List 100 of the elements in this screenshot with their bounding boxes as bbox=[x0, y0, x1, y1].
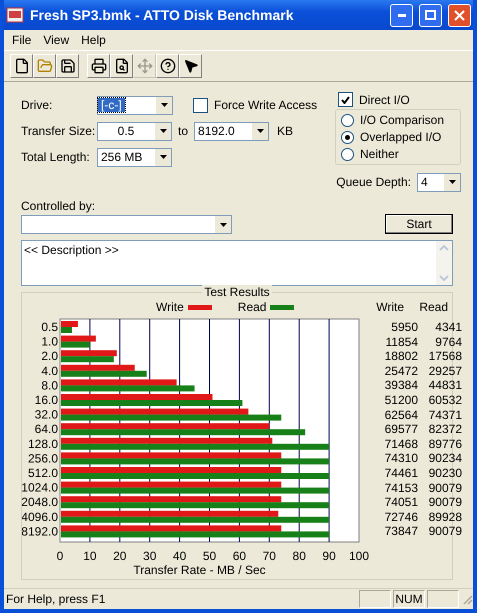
menu-item[interactable]: View bbox=[37, 33, 76, 47]
radio-label: I/O Comparison bbox=[360, 113, 444, 127]
total-length-select[interactable]: 256 MB bbox=[97, 148, 172, 166]
app-icon bbox=[6, 7, 24, 23]
drive-select[interactable]: [-c-] bbox=[97, 96, 173, 114]
radio-button[interactable] bbox=[341, 130, 354, 144]
table-cell-text: 11854 bbox=[384, 334, 418, 350]
tick-label: 20 bbox=[113, 549, 126, 563]
print-preview-icon bbox=[114, 58, 130, 74]
radio-label: Overlapped I/O bbox=[360, 130, 442, 144]
axis-label: 128.0 bbox=[28, 436, 58, 451]
force-write-checkbox[interactable] bbox=[193, 98, 208, 112]
open-folder-icon bbox=[36, 58, 52, 74]
transfer-to-select[interactable]: 8192.0 bbox=[194, 122, 270, 140]
start-button[interactable]: Start bbox=[385, 214, 453, 234]
axis-label: 0.5 bbox=[41, 320, 58, 334]
transfer-from-select[interactable]: 0.5 bbox=[97, 122, 172, 140]
table-cell-text: 72746 bbox=[384, 510, 418, 524]
close-icon bbox=[454, 10, 465, 20]
table-cell-text: 9764 bbox=[434, 334, 462, 350]
tick-label: 30 bbox=[143, 549, 156, 563]
table-cell-text: 73847 bbox=[384, 524, 418, 539]
help-icon bbox=[160, 58, 176, 74]
direct-io-checkbox[interactable] bbox=[338, 92, 353, 107]
table-cell-text: 60532 bbox=[428, 392, 462, 408]
axis-label: 512.0 bbox=[28, 466, 58, 480]
table-cell-text: 5950 bbox=[390, 320, 418, 335]
controlled-by-label: Controlled by: bbox=[21, 199, 96, 213]
unit-label: KB bbox=[277, 124, 294, 138]
queue-depth-label: Queue Depth: bbox=[336, 175, 411, 189]
status-text: For Help, press F1 bbox=[5, 592, 106, 606]
tick-label: 10 bbox=[83, 549, 97, 563]
close-button[interactable] bbox=[448, 4, 471, 26]
table-cell-text: 74153 bbox=[384, 480, 418, 496]
tick-label: 100 bbox=[348, 549, 370, 563]
save-icon bbox=[60, 58, 76, 74]
toolbar-button[interactable] bbox=[110, 54, 133, 78]
group-title: Test Results bbox=[202, 285, 272, 299]
table-cell-text: 90234 bbox=[428, 451, 462, 466]
column-header: Read bbox=[418, 300, 448, 314]
table-cell-text: 89928 bbox=[428, 510, 462, 524]
table-cell-text: 82372 bbox=[428, 422, 462, 437]
description-box[interactable]: << Description >> bbox=[21, 240, 453, 286]
axis-label: 64.0 bbox=[34, 422, 58, 436]
table-cell-text: 74051 bbox=[384, 495, 418, 510]
resize-grip-icon[interactable] bbox=[461, 593, 473, 605]
table-cell-text: 4341 bbox=[434, 320, 462, 335]
pointer-icon bbox=[182, 58, 198, 74]
menu-item[interactable]: File bbox=[6, 33, 38, 47]
table-cell-text: 71468 bbox=[384, 436, 418, 452]
status-indicator: NUM bbox=[393, 590, 425, 608]
radio-label: Neither bbox=[360, 147, 399, 161]
maximize-icon bbox=[425, 10, 436, 20]
table-cell-text: 90079 bbox=[428, 480, 462, 496]
legend-swatch bbox=[270, 304, 294, 310]
axis-label: 256.0 bbox=[28, 451, 58, 466]
to-label: to bbox=[178, 124, 188, 138]
description-text: << Description >> bbox=[23, 242, 120, 259]
printer-icon bbox=[90, 58, 106, 74]
radio-button[interactable] bbox=[341, 114, 354, 126]
table-cell-text: 17568 bbox=[428, 349, 462, 364]
check-mark-icon bbox=[341, 96, 350, 104]
toolbar-button[interactable] bbox=[10, 54, 33, 78]
tick-label: 0 bbox=[56, 549, 64, 563]
tick-label: 90 bbox=[322, 549, 336, 563]
minimize-icon bbox=[398, 14, 406, 16]
legend-label: Read bbox=[238, 300, 266, 314]
table-cell-text: 44831 bbox=[428, 378, 462, 393]
column-header: Write bbox=[375, 300, 404, 314]
table-cell-text: 90079 bbox=[428, 524, 462, 539]
table-cell-text: 29257 bbox=[428, 364, 462, 378]
tick-label: 40 bbox=[172, 549, 186, 563]
toolbar-button[interactable] bbox=[156, 54, 179, 78]
toolbar-button[interactable] bbox=[87, 54, 110, 78]
axis-label: 1024.0 bbox=[22, 480, 58, 495]
table-cell-text: 25472 bbox=[384, 364, 418, 378]
legend-swatch bbox=[188, 304, 212, 310]
axis-label: 8192.0 bbox=[22, 524, 58, 538]
table-cell-text: 62564 bbox=[384, 408, 418, 422]
window-title: Fresh SP3.bmk - ATTO Disk Benchmark bbox=[30, 7, 294, 23]
drive-label: Drive: bbox=[21, 98, 54, 112]
axis-label: 4.0 bbox=[41, 364, 58, 378]
minimize-button[interactable] bbox=[390, 4, 413, 26]
maximize-button[interactable] bbox=[419, 4, 442, 26]
toolbar-button[interactable] bbox=[179, 54, 202, 78]
total-length-label: Total Length: bbox=[21, 150, 91, 164]
radio-button[interactable] bbox=[341, 148, 354, 160]
toolbar-button[interactable] bbox=[56, 54, 79, 78]
axis-label: 16.0 bbox=[34, 393, 58, 407]
menu-item[interactable]: Help bbox=[75, 33, 112, 47]
table-cell-text: 74310 bbox=[384, 451, 418, 466]
table-cell-text: 18802 bbox=[384, 349, 418, 364]
move-icon bbox=[136, 58, 152, 74]
queue-depth-select[interactable]: 4 bbox=[417, 172, 461, 192]
axis-label: 2.0 bbox=[41, 349, 58, 364]
table-cell-text: 90230 bbox=[428, 466, 462, 481]
tick-label: 50 bbox=[202, 549, 216, 563]
axis-title: Transfer Rate - MB / Sec bbox=[133, 563, 266, 577]
axis-label: 8.0 bbox=[41, 378, 58, 392]
axis-label: 1.0 bbox=[41, 334, 58, 349]
